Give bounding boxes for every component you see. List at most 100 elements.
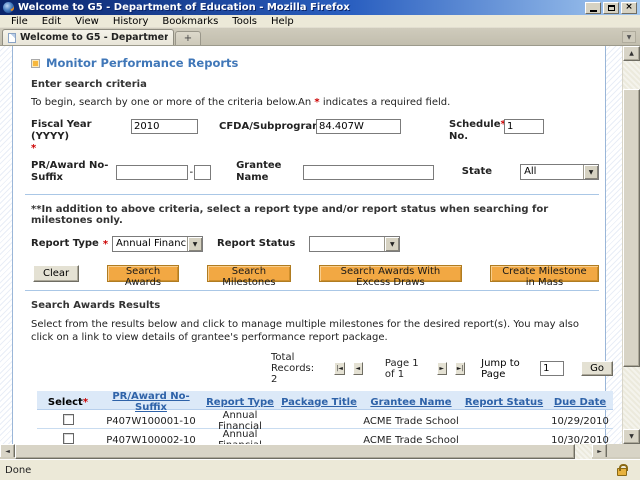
- scroll-right-button[interactable]: ►: [592, 444, 607, 459]
- window-title: Welcome to G5 - Department of Education …: [18, 2, 585, 13]
- report-status-select[interactable]: ▼: [309, 236, 400, 252]
- state-select[interactable]: All ▼: [520, 164, 599, 180]
- tab-title: Welcome to G5 - Department of Edu...: [20, 32, 168, 43]
- dropdown-arrow-icon: ▼: [187, 237, 202, 251]
- search-instructions: To begin, search by one or more of the c…: [31, 97, 599, 108]
- sort-grantee-name-header[interactable]: Grantee Name: [361, 397, 461, 408]
- scroll-down-icon: ▼: [629, 433, 634, 440]
- next-page-button[interactable]: ►: [437, 362, 447, 375]
- menu-view[interactable]: View: [68, 16, 106, 27]
- close-icon: ×: [625, 3, 633, 12]
- report-type-label: Report Type: [31, 238, 99, 250]
- prev-page-icon: ◄: [355, 366, 360, 372]
- next-page-icon: ►: [439, 366, 444, 372]
- sort-report-type-header[interactable]: Report Type: [203, 397, 277, 408]
- state-label: State: [462, 166, 492, 178]
- fiscal-year-label: Fiscal Year (YYYY): [31, 119, 131, 143]
- clear-button[interactable]: Clear: [33, 265, 79, 282]
- title-bar: Welcome to G5 - Department of Education …: [0, 0, 640, 15]
- cell-grantee-name: ACME Trade School: [361, 416, 461, 427]
- horizontal-scrollbar[interactable]: ◄ ►: [0, 444, 640, 459]
- new-tab-button[interactable]: +: [175, 31, 201, 45]
- horizontal-scroll-track[interactable]: [15, 444, 592, 459]
- grantee-name-label: Grantee Name: [236, 160, 303, 184]
- page-content: Monitor Performance Reports Enter search…: [12, 46, 606, 444]
- active-tab[interactable]: Welcome to G5 - Department of Edu...: [2, 29, 174, 45]
- page-indicator: Page 1 of 1: [385, 358, 421, 380]
- sort-package-title-header[interactable]: Package Title: [277, 397, 361, 408]
- results-description: Select from the results below and click …: [31, 318, 591, 344]
- search-criteria-heading: Enter search criteria: [31, 79, 599, 90]
- row-checkbox[interactable]: [63, 433, 74, 444]
- restore-button[interactable]: [603, 2, 619, 14]
- search-milestones-button[interactable]: Search Milestones: [207, 265, 291, 282]
- restore-icon: [608, 5, 615, 11]
- report-type-required-asterisk: *: [103, 239, 108, 250]
- cfda-label: CFDA/Subprogram: [219, 119, 316, 133]
- menu-tools[interactable]: Tools: [225, 16, 264, 27]
- schedule-no-input[interactable]: [504, 119, 544, 134]
- grantee-name-input[interactable]: [303, 165, 434, 180]
- select-column-header: Select: [48, 397, 83, 408]
- minimize-icon: [590, 10, 597, 12]
- pr-award-input[interactable]: [116, 165, 188, 180]
- page-background: Monitor Performance Reports Enter search…: [0, 46, 622, 444]
- create-milestone-button[interactable]: Create Milestone in Mass: [490, 265, 599, 282]
- menu-bar: File Edit View History Bookmarks Tools H…: [0, 15, 640, 28]
- close-button[interactable]: ×: [621, 2, 637, 14]
- status-text: Done: [5, 465, 617, 476]
- jump-to-page-label: Jump to Page: [481, 358, 523, 380]
- scroll-left-icon: ◄: [5, 448, 10, 455]
- menu-history[interactable]: History: [106, 16, 156, 27]
- dropdown-arrow-icon: ▼: [583, 165, 598, 179]
- first-page-button[interactable]: |◄: [334, 362, 344, 375]
- dropdown-arrow-icon: ▼: [384, 237, 399, 251]
- cell-grantee-name: ACME Trade School: [361, 435, 461, 445]
- go-button[interactable]: Go: [581, 361, 613, 376]
- row-checkbox[interactable]: [63, 414, 74, 425]
- search-awards-button[interactable]: Search Awards: [107, 265, 179, 282]
- minimize-button[interactable]: [585, 2, 601, 14]
- menu-file[interactable]: File: [4, 16, 35, 27]
- schedule-no-label: Schedule: [449, 119, 501, 130]
- horizontal-scroll-thumb[interactable]: [15, 444, 575, 459]
- first-page-icon: |◄: [336, 366, 343, 372]
- list-tabs-button[interactable]: ▼: [622, 31, 636, 43]
- fiscal-year-input[interactable]: [131, 119, 198, 134]
- table-header-row: Select* PR/Award No-Suffix Report Type P…: [37, 391, 613, 410]
- security-lock-icon: [617, 468, 627, 476]
- search-excess-draws-button[interactable]: Search Awards With Excess Draws: [319, 265, 462, 282]
- vertical-scroll-track[interactable]: [623, 61, 640, 429]
- cell-due-date: 10/29/2010: [547, 416, 613, 427]
- prev-page-button[interactable]: ◄: [353, 362, 363, 375]
- pr-award-suffix-input[interactable]: [194, 165, 211, 180]
- sort-report-status-header[interactable]: Report Status: [461, 397, 547, 408]
- cell-pr-award: P407W100001-10: [99, 416, 203, 427]
- pagination-top: Total Records: 2 |◄ ◄ Page 1 of 1 ► ►| J…: [37, 352, 613, 385]
- section-bullet-icon: [31, 59, 40, 68]
- vertical-scroll-thumb[interactable]: [623, 89, 640, 367]
- scroll-up-button[interactable]: ▲: [623, 46, 640, 61]
- menu-help[interactable]: Help: [264, 16, 301, 27]
- sort-pr-award-header[interactable]: PR/Award No-Suffix: [99, 391, 203, 413]
- browser-window: Welcome to G5 - Department of Education …: [0, 0, 640, 480]
- menu-edit[interactable]: Edit: [35, 16, 68, 27]
- scroll-left-button[interactable]: ◄: [0, 444, 15, 459]
- sort-due-date-header[interactable]: Due Date: [547, 397, 613, 408]
- scroll-down-button[interactable]: ▼: [623, 429, 640, 444]
- scroll-right-icon: ►: [597, 448, 602, 455]
- firefox-icon: [3, 2, 14, 13]
- page-icon: [8, 33, 16, 43]
- report-status-label: Report Status: [217, 238, 295, 250]
- report-type-select[interactable]: Annual Financial ▼: [112, 236, 203, 252]
- vertical-scrollbar[interactable]: ▲ ▼: [622, 46, 640, 444]
- jump-to-page-input[interactable]: [540, 361, 564, 376]
- last-page-button[interactable]: ►|: [455, 362, 465, 375]
- section-divider: [25, 290, 599, 291]
- cell-pr-award: P407W100002-10: [99, 435, 203, 445]
- status-bar: Done: [0, 459, 640, 480]
- cfda-input[interactable]: [316, 119, 401, 134]
- menu-bookmarks[interactable]: Bookmarks: [155, 16, 225, 27]
- tab-bar: Welcome to G5 - Department of Edu... + ▼: [0, 28, 640, 46]
- milestone-note: **In addition to above criteria, select …: [31, 204, 599, 226]
